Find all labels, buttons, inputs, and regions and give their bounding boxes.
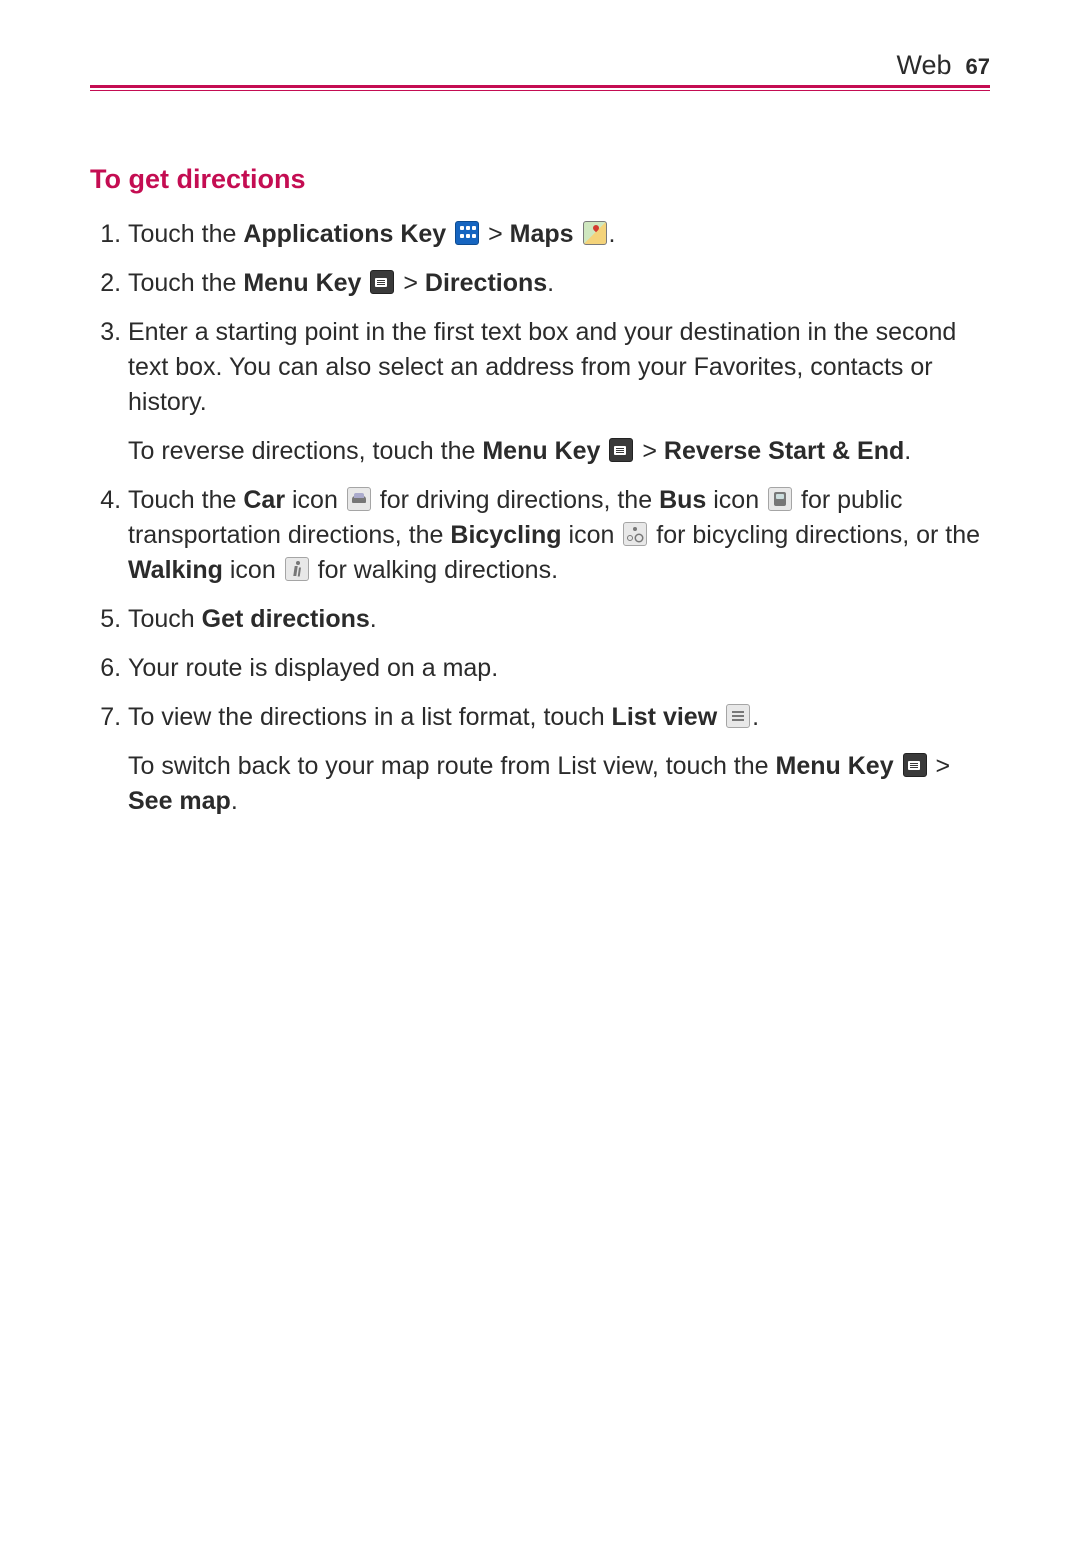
text: for walking directions. <box>311 556 558 584</box>
bold-car: Car <box>243 486 285 514</box>
bold-get-directions: Get directions <box>202 605 370 633</box>
text: . <box>547 269 554 297</box>
bus-icon <box>768 487 792 511</box>
text: icon <box>562 521 622 549</box>
bold-see-map: See map <box>128 787 231 815</box>
text: > <box>635 437 664 465</box>
bold-menu-key: Menu Key <box>482 437 600 465</box>
text: . <box>752 703 759 731</box>
step-5: Touch Get directions. <box>128 602 990 637</box>
bold-walking: Walking <box>128 556 223 584</box>
text: To view the directions in a list format,… <box>128 703 612 731</box>
step-3-sub: To reverse directions, touch the Menu Ke… <box>128 434 990 469</box>
text: . <box>609 220 616 248</box>
step-7-sub: To switch back to your map route from Li… <box>128 749 990 819</box>
step-2: Touch the Menu Key > Directions. <box>128 266 990 301</box>
menu-key-icon <box>370 270 394 294</box>
page-number: 67 <box>966 54 990 80</box>
step-1: Touch the Applications Key > Maps . <box>128 217 990 252</box>
text: . <box>904 437 911 465</box>
page-content: To get directions Touch the Applications… <box>90 91 990 819</box>
list-view-icon <box>726 704 750 728</box>
text: Enter a starting point in the first text… <box>128 318 956 416</box>
text: icon <box>223 556 283 584</box>
step-4: Touch the Car icon for driving direction… <box>128 483 990 588</box>
bold-apps-key: Applications Key <box>243 220 446 248</box>
maps-icon <box>583 221 607 245</box>
bold-list-view: List view <box>612 703 718 731</box>
bold-bicycling: Bicycling <box>450 521 561 549</box>
bicycling-icon <box>623 522 647 546</box>
text: Your route is displayed on a map. <box>128 654 498 682</box>
bold-maps: Maps <box>510 220 574 248</box>
text: Touch the <box>128 269 243 297</box>
text: . <box>370 605 377 633</box>
text: for driving directions, the <box>373 486 659 514</box>
bold-menu-key: Menu Key <box>243 269 361 297</box>
steps-list: Touch the Applications Key > Maps . Touc… <box>90 217 990 819</box>
section-title: Web <box>896 50 951 81</box>
bold-directions: Directions <box>425 269 547 297</box>
header-rule-thick <box>90 85 990 88</box>
menu-key-icon <box>903 753 927 777</box>
step-3: Enter a starting point in the first text… <box>128 315 990 469</box>
bold-reverse: Reverse Start & End <box>664 437 904 465</box>
text: > <box>481 220 510 248</box>
car-icon <box>347 487 371 511</box>
step-6: Your route is displayed on a map. <box>128 651 990 686</box>
text: > <box>396 269 425 297</box>
bold-bus: Bus <box>659 486 706 514</box>
text: . <box>231 787 238 815</box>
text: > <box>929 752 951 780</box>
text: for bicycling directions, or the <box>649 521 980 549</box>
step-7: To view the directions in a list format,… <box>128 700 990 819</box>
text: icon <box>706 486 766 514</box>
text: Touch <box>128 605 202 633</box>
text: icon <box>285 486 345 514</box>
walking-icon <box>285 557 309 581</box>
applications-key-icon <box>455 221 479 245</box>
text: To switch back to your map route from Li… <box>128 752 776 780</box>
section-heading: To get directions <box>90 161 990 199</box>
menu-key-icon <box>609 438 633 462</box>
bold-menu-key: Menu Key <box>776 752 894 780</box>
text: To reverse directions, touch the <box>128 437 482 465</box>
text: Touch the <box>128 220 243 248</box>
manual-page: Web 67 To get directions Touch the Appli… <box>0 0 1080 1552</box>
text: Touch the <box>128 486 243 514</box>
page-header: Web 67 <box>90 50 990 85</box>
